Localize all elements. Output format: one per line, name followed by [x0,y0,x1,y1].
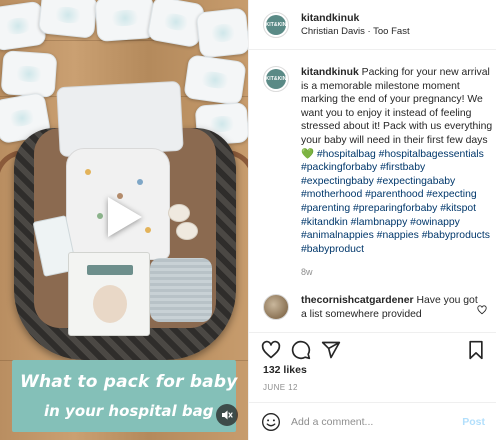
post-details-panel: KIT&KIN kitandkinuk Christian Davis · To… [248,0,496,440]
avatar-logo-text: KIT&KIN [265,21,287,28]
play-icon[interactable] [104,194,146,240]
pack-baby-image [93,285,127,323]
heart-icon[interactable] [261,340,281,360]
nappy-image [195,7,248,59]
bootie-image [176,222,198,240]
knit-blanket-image [150,258,212,322]
print-dot [137,179,143,185]
avatar[interactable]: KIT&KIN [263,11,289,38]
emoji-icon[interactable] [261,412,281,432]
post-header: KIT&KIN kitandkinuk Christian Davis · To… [249,0,496,50]
overlay-line-2: in your hospital bag [44,402,214,420]
mute-icon[interactable] [216,404,238,426]
bootie-image [168,204,190,222]
commenter-avatar[interactable] [263,294,289,320]
avatar-logo-text: KIT&KIN [265,76,287,82]
folded-clothes-image [56,80,184,158]
avatar-logo: KIT&KIN [265,14,287,35]
bookmark-icon[interactable] [467,340,485,360]
post-caption: KIT&KIN kitandkinuk Packing for your new… [263,66,496,280]
nappy-image [0,50,58,98]
overlay-line-1: What to pack for baby [20,372,238,392]
caption-avatar[interactable]: KIT&KIN [263,66,289,92]
header-text: kitandkinuk Christian Davis · Too Fast [301,11,410,39]
pack-logo [87,265,133,275]
audio-attribution[interactable]: Christian Davis · Too Fast [301,25,410,39]
post-video[interactable]: What to pack for baby in your hospital b… [0,0,248,440]
post-comment-button[interactable]: Post [462,416,485,428]
print-dot [97,213,103,219]
nappy-pack-image [68,252,150,336]
comment-icon[interactable] [291,340,311,360]
comment-input[interactable] [291,415,451,428]
caption-text: Packing for your new arrival is a memora… [301,67,493,160]
video-title-overlay: What to pack for baby in your hospital b… [12,360,238,432]
nappy-image [94,0,156,42]
print-dot [85,169,91,175]
comments-scroll-area[interactable]: KIT&KIN kitandkinuk Packing for your new… [249,50,496,332]
action-bar [249,332,496,366]
comment-item: thecornishcatgardener Have you got a lis… [263,294,479,321]
share-icon[interactable] [321,340,341,360]
add-comment-bar: Post [249,402,496,440]
like-count[interactable]: 132 likes [263,364,307,376]
commenter-username-link[interactable]: thecornishcatgardener [301,295,414,306]
instagram-post: What to pack for baby in your hospital b… [0,0,496,440]
caption-username-link[interactable]: kitandkinuk [301,67,359,78]
post-date[interactable]: JUNE 12 [263,383,298,392]
caption-body: kitandkinuk Packing for your new arrival… [301,66,496,280]
comment-body: thecornishcatgardener Have you got a lis… [301,294,479,321]
nappy-image [37,0,99,39]
comment-like-heart-icon[interactable] [477,302,487,320]
caption-timestamp[interactable]: 8w [301,266,496,280]
username-link[interactable]: kitandkinuk [301,11,410,25]
avatar-logo: KIT&KIN [266,69,286,89]
nappy-image [183,54,247,106]
caption-hashtags[interactable]: #hospitalbag #hospitalbagessentials #pac… [301,149,490,255]
